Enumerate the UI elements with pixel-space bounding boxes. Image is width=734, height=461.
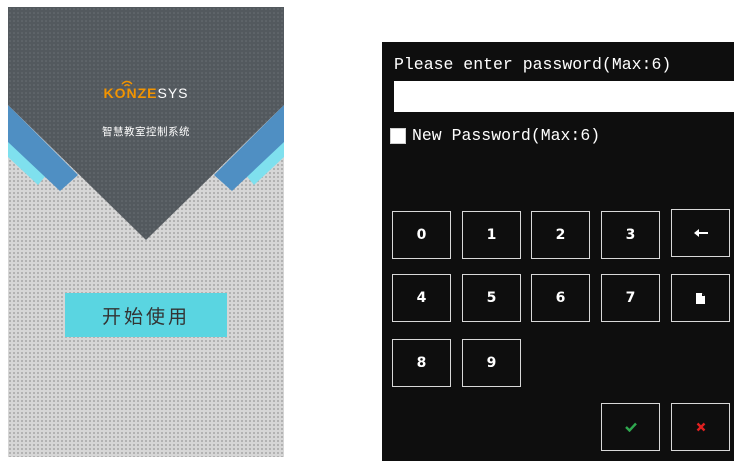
- brand-logo: KONZESYS: [8, 85, 284, 101]
- key-4[interactable]: 4: [392, 274, 451, 322]
- password-panel: Please enter password(Max:6) New Passwor…: [382, 42, 734, 461]
- start-button[interactable]: 开始使用: [65, 293, 227, 337]
- check-icon: [624, 422, 637, 432]
- brand-logo-primary: KONZE: [103, 85, 158, 101]
- splash-subtitle: 智慧教室控制系统: [102, 126, 190, 138]
- key-1[interactable]: 1: [462, 211, 521, 259]
- password-input[interactable]: [394, 81, 734, 112]
- backspace-button[interactable]: [671, 209, 730, 257]
- key-7[interactable]: 7: [601, 274, 660, 322]
- key-8[interactable]: 8: [392, 339, 451, 387]
- key-3[interactable]: 3: [601, 211, 660, 259]
- document-icon: [696, 292, 705, 304]
- key-6[interactable]: 6: [531, 274, 590, 322]
- password-prompt: Please enter password(Max:6): [394, 55, 672, 74]
- new-password-row[interactable]: New Password(Max:6): [390, 126, 600, 145]
- key-0[interactable]: 0: [392, 211, 451, 259]
- new-password-checkbox[interactable]: [390, 127, 406, 144]
- confirm-button[interactable]: [601, 403, 660, 451]
- key-5[interactable]: 5: [462, 274, 521, 322]
- x-icon: [696, 422, 705, 432]
- cancel-button[interactable]: [671, 403, 730, 451]
- key-9[interactable]: 9: [462, 339, 521, 387]
- brand-logo-secondary: SYS: [157, 85, 189, 101]
- left-arrow-icon: [693, 229, 708, 237]
- key-2[interactable]: 2: [531, 211, 590, 259]
- splash-screen: KONZESYS 智慧教室控制系统 开始使用: [8, 7, 284, 457]
- clear-button[interactable]: [671, 274, 730, 322]
- new-password-label: New Password(Max:6): [412, 126, 601, 145]
